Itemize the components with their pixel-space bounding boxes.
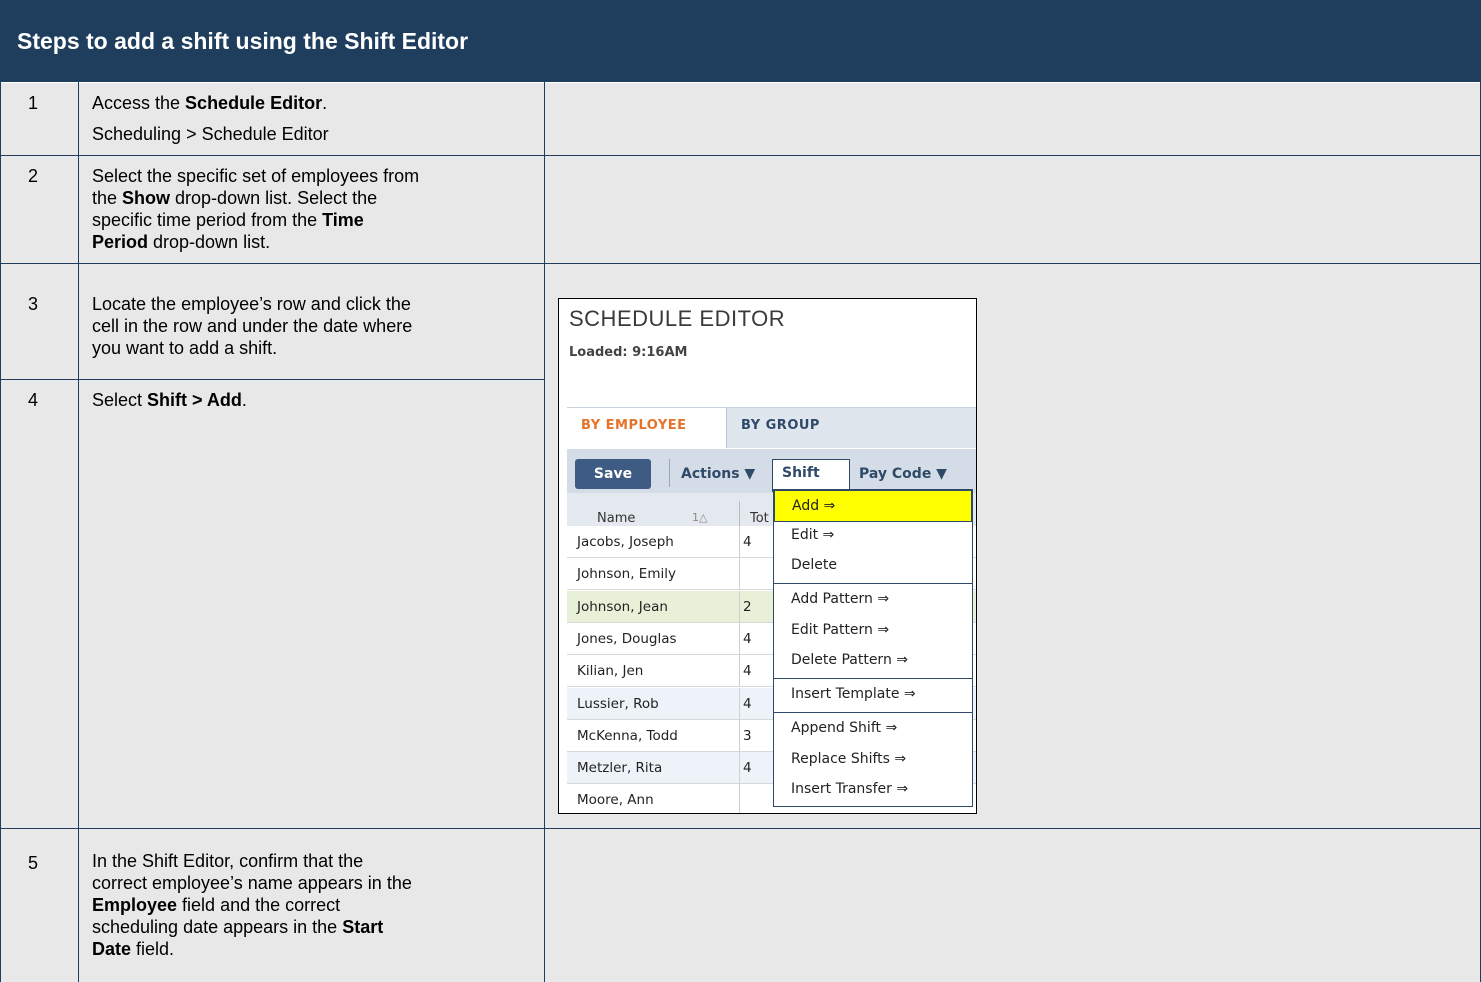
step-4-line-1: Select Shift > Add. <box>92 390 247 410</box>
column-divider <box>739 687 740 720</box>
step-text-cell: Access the Schedule Editor. Scheduling >… <box>79 83 544 155</box>
table-border <box>0 82 1 982</box>
table-border <box>544 82 545 982</box>
step-number: 4 <box>28 390 39 410</box>
step-image-cell <box>545 829 1481 982</box>
schedule-editor-title: SCHEDULE EDITOR <box>569 306 786 331</box>
schedule-editor-screenshot: SCHEDULE EDITOR Loaded: 9:16AM BY EMPLOY… <box>558 298 977 814</box>
step-number-cell: 1 <box>0 83 78 155</box>
step-1-line-2: Scheduling > Schedule Editor <box>92 124 329 144</box>
step-1-line-1: Access the Schedule Editor. <box>92 93 328 113</box>
table-title: Steps to add a shift using the Shift Edi… <box>17 28 469 54</box>
menu-item-edit-pattern[interactable]: Edit Pattern ⇒ <box>774 622 972 638</box>
shift-dropdown-menu: Add ⇒ Edit ⇒ Delete Add Pattern ⇒ Edit P… <box>773 489 973 807</box>
step-3-line-2: cell in the row and under the date where <box>92 316 413 336</box>
column-divider <box>739 590 740 623</box>
column-divider <box>739 622 740 655</box>
employee-name: McKenna, Todd <box>577 727 678 744</box>
step-5-line-4: scheduling date appears in the Start <box>92 917 384 937</box>
menu-divider <box>774 712 972 713</box>
step-5-line-5: Date field. <box>92 939 175 959</box>
step-image-cell <box>545 156 1481 263</box>
total-column-header[interactable]: Tot <box>750 511 769 526</box>
step-text-cell: Select Shift > Add. <box>79 380 544 828</box>
document-page: Steps to add a shift using the Shift Edi… <box>0 0 1481 982</box>
step-number-cell: 4 <box>0 380 78 828</box>
tab-by-employee-label: BY EMPLOYEE <box>581 418 687 433</box>
employee-total: 4 <box>743 760 752 777</box>
actions-menu[interactable]: Actions ▼ <box>681 466 755 482</box>
employee-total: 4 <box>743 663 752 680</box>
step-2-line-2: the Show drop-down list. Select the <box>92 188 378 208</box>
column-divider <box>739 784 740 813</box>
employee-total: 4 <box>743 534 752 550</box>
save-button[interactable]: Save <box>575 459 651 489</box>
menu-item-edit[interactable]: Edit ⇒ <box>774 527 972 543</box>
column-divider <box>739 752 740 785</box>
employee-name: Jacobs, Joseph <box>577 534 674 550</box>
step-5-line-1: In the Shift Editor, confirm that the <box>92 851 364 871</box>
employee-name: Lussier, Rob <box>577 695 659 712</box>
menu-item-delete[interactable]: Delete <box>774 557 972 573</box>
step-2-line-4: Period drop-down list. <box>92 232 271 252</box>
table-border <box>78 82 79 982</box>
tab-by-group[interactable]: BY GROUP <box>741 418 820 433</box>
step-number: 3 <box>28 294 39 314</box>
step-number: 5 <box>28 853 39 873</box>
table-header: Steps to add a shift using the Shift Edi… <box>0 0 1481 82</box>
menu-item-add[interactable]: Add ⇒ <box>774 490 972 522</box>
step-text-cell: Select the specific set of employees fro… <box>79 156 544 263</box>
employee-name: Johnson, Jean <box>577 598 668 615</box>
employee-total: 4 <box>743 630 752 647</box>
employee-name: Kilian, Jen <box>577 663 644 680</box>
menu-divider <box>774 583 972 584</box>
menu-item-insert-template[interactable]: Insert Template ⇒ <box>774 686 972 702</box>
step-5-line-2: correct employee’s name appears in the <box>92 873 412 893</box>
step-image-cell <box>545 83 1481 155</box>
table-border <box>0 828 1481 829</box>
employee-total: 2 <box>743 598 752 615</box>
menu-item-replace-shifts[interactable]: Replace Shifts ⇒ <box>774 751 972 767</box>
employee-total: 3 <box>743 727 752 744</box>
pay-code-menu[interactable]: Pay Code ▼ <box>859 466 947 482</box>
menu-divider <box>774 678 972 679</box>
column-divider <box>739 655 740 688</box>
menu-item-append-shift[interactable]: Append Shift ⇒ <box>774 720 972 736</box>
step-text-cell: Locate the employee’s row and click the … <box>79 264 544 379</box>
menu-item-delete-pattern[interactable]: Delete Pattern ⇒ <box>774 652 972 668</box>
toolbar: Save Actions ▼ Shift Pay Code ▼ <box>567 449 976 493</box>
step-3-line-1: Locate the employee’s row and click the <box>92 294 411 314</box>
tab-bar: BY EMPLOYEE BY GROUP <box>567 407 976 448</box>
employee-name: Johnson, Emily <box>577 566 676 583</box>
employee-name: Jones, Douglas <box>577 630 677 647</box>
column-divider <box>739 719 740 752</box>
step-2-line-1: Select the specific set of employees fro… <box>92 166 420 186</box>
menu-item-add-pattern[interactable]: Add Pattern ⇒ <box>774 591 972 607</box>
sort-indicator: 1△ <box>692 511 708 524</box>
employee-name: Moore, Ann <box>577 792 654 809</box>
step-number: 1 <box>28 93 39 113</box>
step-2-line-3: specific time period from the Time <box>92 210 364 230</box>
step-3-line-3: you want to add a shift. <box>92 338 278 358</box>
column-divider <box>739 558 740 591</box>
employee-name: Metzler, Rita <box>577 760 663 777</box>
table-border <box>0 379 545 380</box>
step-number-cell: 2 <box>0 156 78 263</box>
step-number: 2 <box>28 166 39 186</box>
step-number-cell: 5 <box>0 829 78 982</box>
toolbar-divider <box>669 459 670 487</box>
column-divider <box>739 526 740 558</box>
step-text-cell: In the Shift Editor, confirm that the co… <box>79 829 544 982</box>
shift-menu[interactable]: Shift <box>772 459 850 492</box>
table-border <box>0 155 1481 156</box>
menu-item-insert-transfer[interactable]: Insert Transfer ⇒ <box>774 781 972 797</box>
name-column-header[interactable]: Name <box>597 511 635 526</box>
loaded-time: Loaded: 9:16AM <box>569 345 688 360</box>
table-border <box>0 263 1481 264</box>
step-5-line-3: Employee field and the correct <box>92 895 341 915</box>
employee-total: 4 <box>743 695 752 712</box>
tab-by-employee[interactable]: BY EMPLOYEE <box>567 408 727 448</box>
step-number-cell: 3 <box>0 264 78 379</box>
